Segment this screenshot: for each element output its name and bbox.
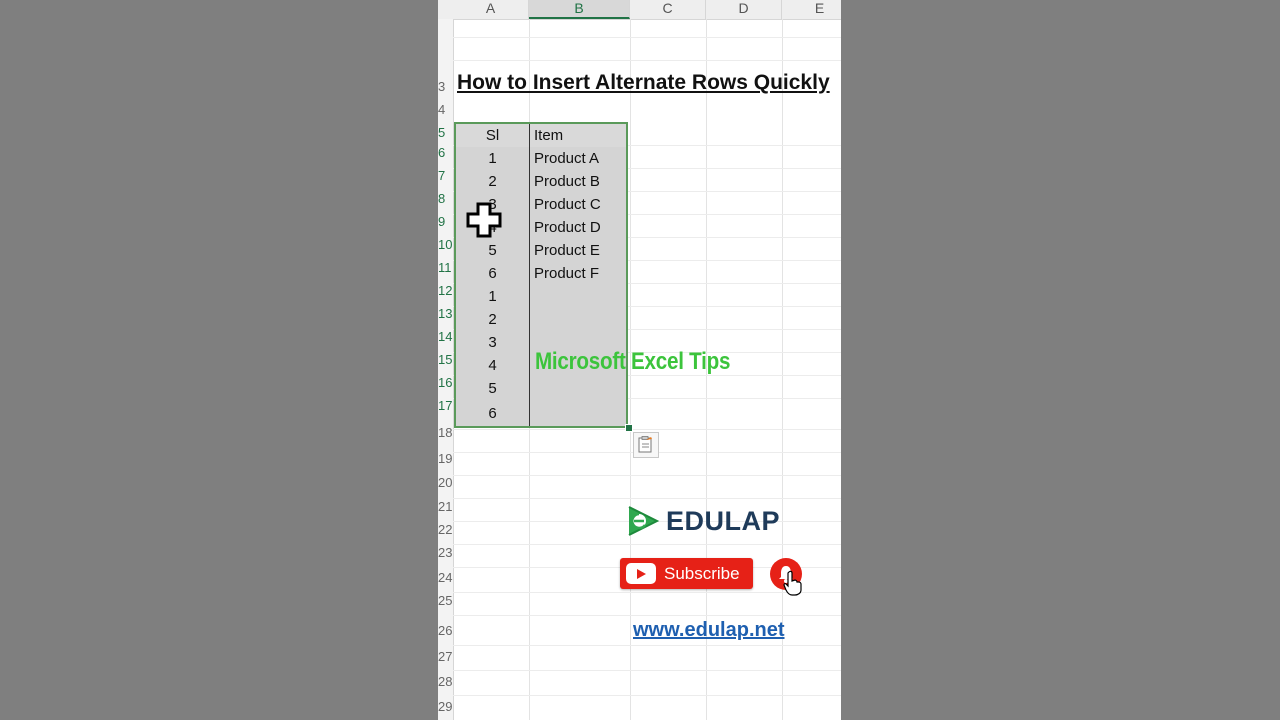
header-cell-sl[interactable]: Sl	[456, 124, 530, 147]
website-link[interactable]: www.edulap.net	[633, 619, 785, 642]
row-number[interactable]: 17	[438, 399, 452, 413]
table-row[interactable]: 6 Product F	[456, 262, 626, 286]
cell-item[interactable]: Product F	[530, 262, 626, 285]
cell-sl[interactable]: 6	[456, 262, 530, 285]
gridline	[453, 695, 841, 696]
gridline	[453, 475, 841, 476]
row-number[interactable]: 7	[438, 169, 452, 183]
clipboard-icon	[638, 436, 652, 453]
column-header-c[interactable]: C	[630, 0, 706, 19]
row-number[interactable]: 14	[438, 330, 452, 344]
cell-sl[interactable]: 5	[456, 239, 530, 262]
row-number[interactable]: 24	[438, 571, 452, 585]
cell-item[interactable]	[530, 285, 626, 308]
brand-name: EDULAP	[666, 505, 781, 536]
cell-sl[interactable]: 2	[456, 308, 530, 331]
row-number[interactable]: 22	[438, 523, 452, 537]
left-letterbox	[0, 0, 438, 720]
row-number[interactable]: 5	[438, 126, 452, 140]
row-number[interactable]: 6	[438, 146, 452, 160]
right-letterbox	[841, 0, 1280, 720]
subscribe-button[interactable]: Subscribe	[620, 558, 753, 589]
excel-tips-watermark: Microsoft Excel Tips	[535, 348, 731, 375]
cell-item[interactable]	[530, 308, 626, 331]
cell-sl[interactable]: 4	[456, 354, 530, 377]
edulap-logo: EDULAP	[626, 501, 780, 541]
table-row[interactable]: 2 Product B	[456, 170, 626, 194]
cell-item[interactable]: Product D	[530, 216, 626, 239]
gridline	[453, 429, 841, 430]
header-cell-item[interactable]: Item	[530, 124, 626, 147]
cell-sl[interactable]: 6	[456, 400, 530, 426]
table-row[interactable]: 5 Product E	[456, 239, 626, 263]
cell-sl[interactable]: 5	[456, 377, 530, 400]
column-header-a[interactable]: A	[453, 0, 529, 19]
row-number[interactable]: 10	[438, 238, 452, 252]
row-number[interactable]: 3	[438, 80, 452, 94]
youtube-play-icon	[626, 563, 656, 584]
table-header-row[interactable]: Sl Item	[456, 124, 626, 148]
table-row[interactable]: 2	[456, 308, 626, 332]
row-number[interactable]: 27	[438, 650, 452, 664]
cell-item[interactable]: Product E	[530, 239, 626, 262]
table-row[interactable]: 5	[456, 377, 626, 401]
cursor-plus-icon	[466, 202, 502, 238]
row-number[interactable]: 12	[438, 284, 452, 298]
edulap-logo-icon	[628, 506, 660, 536]
row-number[interactable]: 4	[438, 103, 452, 117]
gridline	[453, 645, 841, 646]
cell-item[interactable]	[530, 377, 626, 400]
table-row[interactable]: 6	[456, 400, 626, 426]
row-number[interactable]: 26	[438, 624, 452, 638]
cell-item[interactable]	[530, 400, 626, 426]
row-number[interactable]: 18	[438, 426, 452, 440]
cell-sl[interactable]: 3	[456, 331, 530, 354]
fill-handle[interactable]	[625, 424, 633, 432]
row-number[interactable]: 8	[438, 192, 452, 206]
subscribe-label: Subscribe	[664, 563, 740, 583]
row-number[interactable]: 15	[438, 353, 452, 367]
row-number[interactable]: 28	[438, 675, 452, 689]
cell-item[interactable]: Product B	[530, 170, 626, 193]
row-number[interactable]: 11	[438, 261, 452, 275]
table-row[interactable]: 1 Product A	[456, 147, 626, 171]
hand-pointer-icon	[783, 570, 802, 596]
gridline	[453, 60, 841, 61]
gridline	[453, 498, 841, 499]
sheet-title[interactable]: How to Insert Alternate Rows Quickly	[457, 71, 830, 95]
gridline	[453, 670, 841, 671]
cell-sl[interactable]: 1	[456, 285, 530, 308]
paste-options-icon[interactable]	[633, 432, 659, 458]
column-header-bar: A B C D E	[438, 0, 841, 20]
row-number[interactable]: 9	[438, 215, 452, 229]
row-number[interactable]: 25	[438, 594, 452, 608]
data-table-selection[interactable]: Sl Item 1Product A2Product B3Product C4P…	[454, 122, 628, 428]
row-number[interactable]: 23	[438, 546, 452, 560]
gridline	[453, 37, 841, 38]
row-number[interactable]: 29	[438, 700, 452, 714]
gridline	[453, 615, 841, 616]
column-header-d[interactable]: D	[706, 0, 782, 19]
table-row[interactable]: 1	[456, 285, 626, 309]
row-number[interactable]: 20	[438, 476, 452, 490]
cell-item[interactable]: Product C	[530, 193, 626, 216]
row-number[interactable]: 19	[438, 452, 452, 466]
row-number[interactable]: 13	[438, 307, 452, 321]
column-header-e[interactable]: E	[782, 0, 841, 19]
spreadsheet-view[interactable]: A B C D E 3 4 5 6 7 8 9 10 11 12 13 14 15 16 17 18 19 20 2…	[438, 0, 841, 720]
cell-sl[interactable]: 1	[456, 147, 530, 170]
gridline	[453, 544, 841, 545]
row-number[interactable]: 16	[438, 376, 452, 390]
row-number[interactable]: 21	[438, 500, 452, 514]
cell-sl[interactable]: 2	[456, 170, 530, 193]
column-header-b[interactable]: B	[529, 0, 630, 19]
cell-item[interactable]: Product A	[530, 147, 626, 170]
